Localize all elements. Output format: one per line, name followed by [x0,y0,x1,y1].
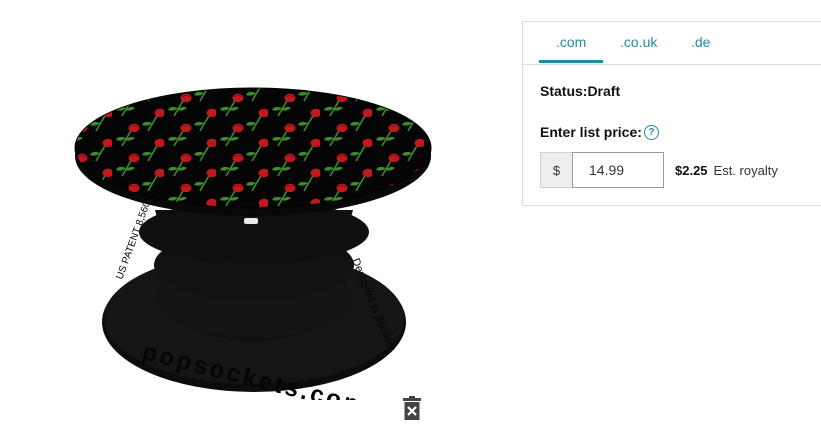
royalty-label: Est. royalty [713,162,778,178]
status-text: Status:Draft [540,83,621,99]
popsocket-image: popsockets.com Designed in Boulder US PA… [74,87,432,420]
tab-com[interactable]: .com [556,34,586,50]
tab-co-uk[interactable]: .co.uk [620,34,657,50]
royalty-estimate: $2.25 Est. royalty [675,163,778,178]
question-circle-icon[interactable]: ? [643,124,659,140]
tab-de[interactable]: .de [691,34,710,50]
price-row: $ $2.25 Est. royalty [540,152,778,188]
marketplace-tabs: .com .co.uk .de [523,22,821,65]
list-price-label-text: Enter list price: [540,124,642,140]
product-preview: popsockets.com Designed in Boulder US PA… [60,60,450,420]
list-price-input[interactable] [572,152,664,188]
rose-pattern-top [75,88,431,208]
price-panel: .com .co.uk .de Status:Draft Enter list … [522,21,821,206]
trash-icon [403,396,421,420]
delete-button[interactable] [401,395,423,421]
list-price-label: Enter list price: ? [540,124,659,140]
active-tab-indicator [539,60,603,63]
currency-addon: $ [540,152,572,188]
royalty-amount: $2.25 [675,162,708,178]
